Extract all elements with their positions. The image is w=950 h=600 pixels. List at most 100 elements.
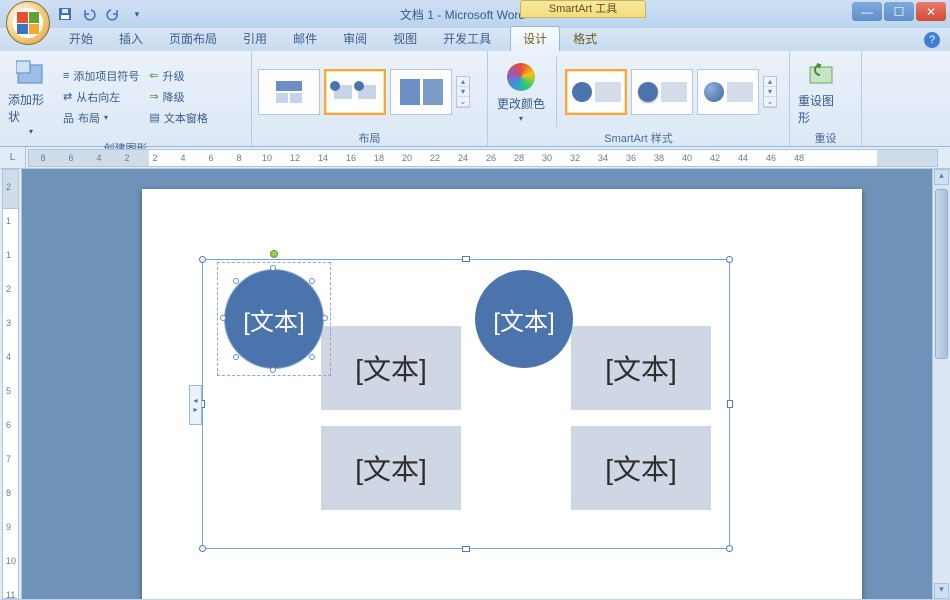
layout-icon: 品: [63, 110, 74, 126]
maximize-button[interactable]: ☐: [884, 2, 914, 21]
layout-gallery-more[interactable]: ▴▾⌄: [456, 76, 470, 108]
scroll-down-button[interactable]: ▾: [934, 583, 949, 599]
tab-insert[interactable]: 插入: [106, 26, 156, 51]
shape-handle[interactable]: [309, 278, 315, 284]
ruler-area: L 86422468101214161820222426283032343638…: [0, 147, 950, 169]
contextual-tab-title: SmartArt 工具: [520, 0, 646, 18]
add-bullet-button[interactable]: ≡添加项目符号: [60, 67, 142, 85]
help-icon[interactable]: ?: [924, 32, 940, 48]
tab-references[interactable]: 引用: [230, 26, 280, 51]
demote-icon: ⇒: [149, 90, 158, 103]
shape-handle[interactable]: [270, 265, 276, 271]
shape-handle[interactable]: [233, 278, 239, 284]
tab-format[interactable]: 格式: [560, 26, 610, 51]
smartart-box-1b[interactable]: [文本]: [321, 426, 461, 510]
resize-handle[interactable]: [727, 400, 733, 408]
ribbon: 添加形状 ▾ ≡添加项目符号 ⇄从右向左 品布局▾ ⇐升级 ⇒降级 ▤文本窗格 …: [0, 51, 950, 147]
resize-handle[interactable]: [199, 256, 206, 263]
document-workspace: 211234567891011 ◂▸ [文本]: [0, 169, 950, 599]
layout-option-1[interactable]: [258, 69, 320, 115]
group-create-shape: 添加形状 ▾ ≡添加项目符号 ⇄从右向左 品布局▾ ⇐升级 ⇒降级 ▤文本窗格 …: [0, 51, 252, 146]
office-button[interactable]: [6, 1, 50, 45]
shape-handle[interactable]: [233, 354, 239, 360]
smartart-box-1a[interactable]: [文本]: [321, 326, 461, 410]
smartart-node-1: [文本] [文本] [文本]: [231, 270, 451, 538]
style-option-1[interactable]: [565, 69, 627, 115]
tab-pagelayout[interactable]: 页面布局: [156, 26, 230, 51]
minimize-button[interactable]: —: [852, 2, 882, 21]
ruler-corner[interactable]: L: [0, 147, 26, 169]
qat-redo-button[interactable]: [104, 5, 122, 23]
tab-home[interactable]: 开始: [56, 26, 106, 51]
document-page[interactable]: ◂▸ [文本]: [142, 189, 862, 599]
resize-handle[interactable]: [462, 546, 470, 552]
reset-graphic-button[interactable]: 重设图形: [796, 54, 846, 130]
text-pane-button[interactable]: ▤文本窗格: [146, 109, 210, 127]
dropdown-icon: ▾: [29, 127, 33, 136]
close-button[interactable]: ✕: [916, 2, 946, 21]
tab-design[interactable]: 设计: [510, 26, 560, 51]
window-controls: — ☐ ✕: [852, 2, 946, 21]
group-label-reset: 重设: [796, 130, 855, 146]
dropdown-icon: ▾: [519, 114, 523, 123]
layout-option-3[interactable]: [390, 69, 452, 115]
smartart-content: [文本] [文本] [文本]: [213, 270, 719, 538]
smartart-circle-2[interactable]: [文本]: [475, 270, 573, 368]
scroll-thumb[interactable]: [935, 189, 948, 359]
rotate-handle[interactable]: [270, 250, 278, 258]
add-shape-label: 添加形状: [8, 91, 54, 125]
vertical-scrollbar[interactable]: ▴ ▾: [932, 169, 950, 599]
resize-handle[interactable]: [726, 545, 733, 552]
shape-handle[interactable]: [270, 367, 276, 373]
group-label-styles: SmartArt 样式: [494, 130, 783, 146]
reset-icon: [805, 58, 837, 90]
resize-handle[interactable]: [199, 545, 206, 552]
shape-handle[interactable]: [322, 315, 328, 321]
resize-handle[interactable]: [726, 256, 733, 263]
smartart-circle-1[interactable]: [文本]: [225, 270, 323, 368]
document-scroll-area[interactable]: ◂▸ [文本]: [22, 169, 950, 599]
smartart-box-2a[interactable]: [文本]: [571, 326, 711, 410]
style-gallery-more[interactable]: ▴▾⌄: [763, 76, 777, 108]
smartart-frame[interactable]: ◂▸ [文本]: [202, 259, 730, 549]
rtl-icon: ⇄: [63, 90, 72, 103]
tab-review[interactable]: 审阅: [330, 26, 380, 51]
reset-label: 重设图形: [798, 92, 844, 126]
qat-save-button[interactable]: [56, 5, 74, 23]
tab-mailings[interactable]: 邮件: [280, 26, 330, 51]
qat-undo-button[interactable]: [80, 5, 98, 23]
color-wheel-icon: [507, 63, 535, 91]
textpane-icon: ▤: [149, 111, 159, 124]
text-pane-toggle[interactable]: ◂▸: [189, 385, 202, 425]
style-option-2[interactable]: [631, 69, 693, 115]
promote-button[interactable]: ⇐升级: [146, 67, 210, 85]
bullets-icon: ≡: [63, 70, 69, 82]
change-colors-label: 更改颜色: [497, 95, 545, 112]
group-label-layouts: 布局: [258, 130, 481, 146]
office-logo-icon: [13, 8, 43, 38]
qat-customize-button[interactable]: ▾: [128, 5, 146, 23]
smartart-box-2b[interactable]: [文本]: [571, 426, 711, 510]
scroll-up-button[interactable]: ▴: [934, 169, 949, 185]
add-shape-button[interactable]: 添加形状 ▾: [6, 53, 56, 140]
shape-handle[interactable]: [309, 354, 315, 360]
group-styles: 更改颜色 ▾ ▴▾⌄ SmartArt 样式: [488, 51, 790, 146]
layout-option-2[interactable]: [324, 69, 386, 115]
smartart-node-2: [文本] [文本] [文本]: [481, 270, 701, 538]
add-shape-icon: [15, 57, 47, 89]
tab-view[interactable]: 视图: [380, 26, 430, 51]
tab-developer[interactable]: 开发工具: [430, 26, 504, 51]
rtl-button[interactable]: ⇄从右向左: [60, 88, 142, 106]
style-option-3[interactable]: [697, 69, 759, 115]
ribbon-tabs: 开始 插入 页面布局 引用 邮件 审阅 视图 开发工具 设计 格式 ?: [0, 28, 950, 51]
layout-button[interactable]: 品布局▾: [60, 109, 142, 127]
change-colors-button[interactable]: 更改颜色 ▾: [494, 57, 548, 127]
vertical-ruler[interactable]: 211234567891011: [0, 169, 22, 599]
group-layouts: ▴▾⌄ 布局: [252, 51, 488, 146]
demote-button[interactable]: ⇒降级: [146, 88, 210, 106]
promote-icon: ⇐: [149, 69, 158, 82]
shape-handle[interactable]: [220, 315, 226, 321]
horizontal-ruler[interactable]: 8642246810121416182022242628303234363840…: [28, 149, 938, 167]
title-bar: ▾ 文档 1 - Microsoft Word SmartArt 工具 — ☐ …: [0, 0, 950, 28]
resize-handle[interactable]: [462, 256, 470, 262]
